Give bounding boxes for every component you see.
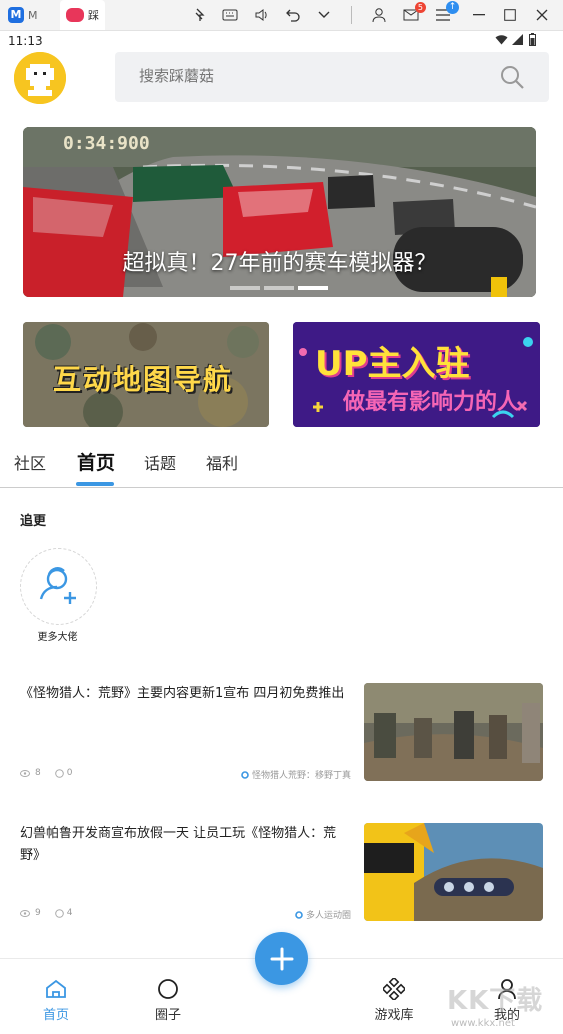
search-input[interactable]	[137, 66, 481, 86]
views-count: 9	[35, 908, 41, 918]
create-post-button[interactable]	[255, 932, 308, 985]
nav-game-library[interactable]: 游戏库	[359, 977, 429, 1023]
card-up-subtitle: 做最有影响力的人	[343, 390, 520, 415]
article-card[interactable]: 幻兽帕鲁开发商宣布放假一天 让员工玩《怪物猎人：荒野》 9 4 多人运动圈	[0, 823, 563, 923]
wifi-icon	[495, 34, 508, 48]
nav-circles[interactable]: 圈子	[133, 977, 203, 1023]
mail-icon[interactable]: 5	[401, 2, 426, 25]
tab-app-2[interactable]: 踩	[60, 0, 105, 30]
menu-icon[interactable]: ↑	[433, 1, 459, 25]
game-app-icon	[66, 8, 84, 22]
article-tag[interactable]: 怪物猎人荒野：移野丁真	[241, 768, 351, 781]
watermark-text: KK下载	[447, 986, 544, 1016]
search-icon[interactable]	[499, 64, 525, 94]
titlebar-divider	[351, 6, 352, 24]
more-creators-button[interactable]	[20, 548, 97, 625]
status-bar: 11:13	[0, 31, 563, 51]
gamepad-icon	[359, 977, 429, 1001]
follow-section-title: 追更	[20, 514, 47, 529]
banner-indicator	[230, 286, 328, 290]
mail-badge: 5	[414, 2, 426, 13]
update-icon: ↑	[446, 1, 459, 14]
banner-hud-text: 0:34:900	[63, 133, 150, 154]
article-card[interactable]: 《怪物猎人：荒野》主要内容更新1宣布 四月初免费推出 8 0 怪物猎人荒野：移野…	[0, 683, 563, 783]
article-stats: 8 0	[20, 768, 72, 778]
search-box[interactable]	[115, 52, 549, 102]
views-stat: 9	[20, 908, 41, 918]
banner-dot-3[interactable]	[298, 286, 328, 290]
article-thumbnail[interactable]	[364, 823, 543, 921]
article-title[interactable]: 《怪物猎人：荒野》主要内容更新1宣布 四月初免费推出	[20, 683, 350, 705]
home-icon	[21, 977, 91, 1001]
tag-ring-icon	[295, 910, 303, 919]
minimize-icon[interactable]	[469, 5, 489, 25]
plus-icon	[270, 947, 293, 970]
article-tag-label: 多人运动圈	[305, 911, 351, 921]
comment-icon	[54, 908, 64, 918]
card-interactive-map-label: 互动地图导航	[53, 363, 234, 396]
comments-stat: 4	[54, 908, 73, 918]
volume-icon[interactable]	[252, 5, 272, 25]
article-stats: 9 4	[20, 908, 72, 918]
eye-icon	[20, 909, 30, 917]
undo-icon[interactable]	[283, 5, 303, 25]
tag-ring-icon	[241, 770, 249, 779]
comment-icon	[54, 768, 64, 778]
site-watermark: KK下载 www.kkx.net	[447, 980, 563, 1033]
tab-app-1[interactable]: M M	[8, 0, 38, 30]
section-tabs: 社区 首页 话题 福利	[0, 440, 563, 488]
account-icon[interactable]	[369, 5, 389, 25]
user-avatar[interactable]	[14, 52, 66, 104]
nav-circles-label: 圈子	[154, 1008, 181, 1023]
tab-topics[interactable]: 话题	[144, 450, 176, 474]
battery-icon	[529, 33, 536, 49]
active-tab-indicator	[76, 482, 114, 486]
add-user-icon	[39, 566, 76, 604]
article-tag[interactable]: 多人运动圈	[295, 908, 351, 921]
pin-icon[interactable]	[190, 5, 210, 25]
hero-banner[interactable]: 0:34:900 超拟真！27年前的赛车模拟器？	[23, 127, 536, 297]
tab-community[interactable]: 社区	[14, 450, 46, 474]
circle-icon	[133, 977, 203, 1001]
banner-dot-1[interactable]	[230, 286, 260, 290]
maximize-icon[interactable]	[500, 5, 520, 25]
more-creators-label: 更多大佬	[37, 632, 78, 643]
comments-count: 4	[66, 908, 73, 918]
card-up-join[interactable]: UP主入驻 做最有影响力的人	[293, 322, 540, 427]
window-titlebar: M M 踩 5 ↑	[0, 0, 563, 31]
tab-welfare[interactable]: 福利	[206, 450, 238, 474]
nav-home-label: 首页	[42, 1008, 69, 1023]
article-tag-label: 怪物猎人荒野：移野丁真	[251, 771, 351, 781]
eye-icon	[20, 769, 30, 777]
close-icon[interactable]	[532, 5, 552, 25]
article-thumbnail[interactable]	[364, 683, 543, 781]
tab-app-2-label: 踩	[88, 9, 99, 22]
app-header	[0, 52, 563, 108]
comments-stat: 0	[54, 768, 73, 778]
comments-count: 0	[66, 768, 73, 778]
views-stat: 8	[20, 768, 41, 778]
app-icon: M	[8, 7, 24, 23]
chevron-down-icon[interactable]	[314, 5, 334, 25]
article-title[interactable]: 幻兽帕鲁开发商宣布放假一天 让员工玩《怪物猎人：荒野》	[20, 823, 350, 867]
tab-home[interactable]: 首页	[77, 448, 115, 475]
nav-game-library-label: 游戏库	[374, 1008, 414, 1023]
views-count: 8	[35, 768, 41, 778]
nav-home[interactable]: 首页	[21, 977, 91, 1023]
palworld-image	[364, 823, 543, 921]
banner-caption: 超拟真！27年前的赛车模拟器？	[122, 251, 437, 276]
watermark-url: www.kkx.net	[451, 1018, 515, 1029]
status-time: 11:13	[8, 34, 43, 48]
monster-hunter-image	[364, 683, 543, 781]
signal-icon	[512, 34, 523, 48]
card-interactive-map[interactable]: 互动地图导航	[23, 322, 269, 427]
banner-dot-2[interactable]	[264, 286, 294, 290]
card-up-title: UP主入驻	[315, 344, 470, 384]
tab-app-1-label: M	[28, 8, 38, 22]
keyboard-icon[interactable]	[220, 5, 240, 25]
avatar-pixel-icon	[14, 52, 66, 104]
